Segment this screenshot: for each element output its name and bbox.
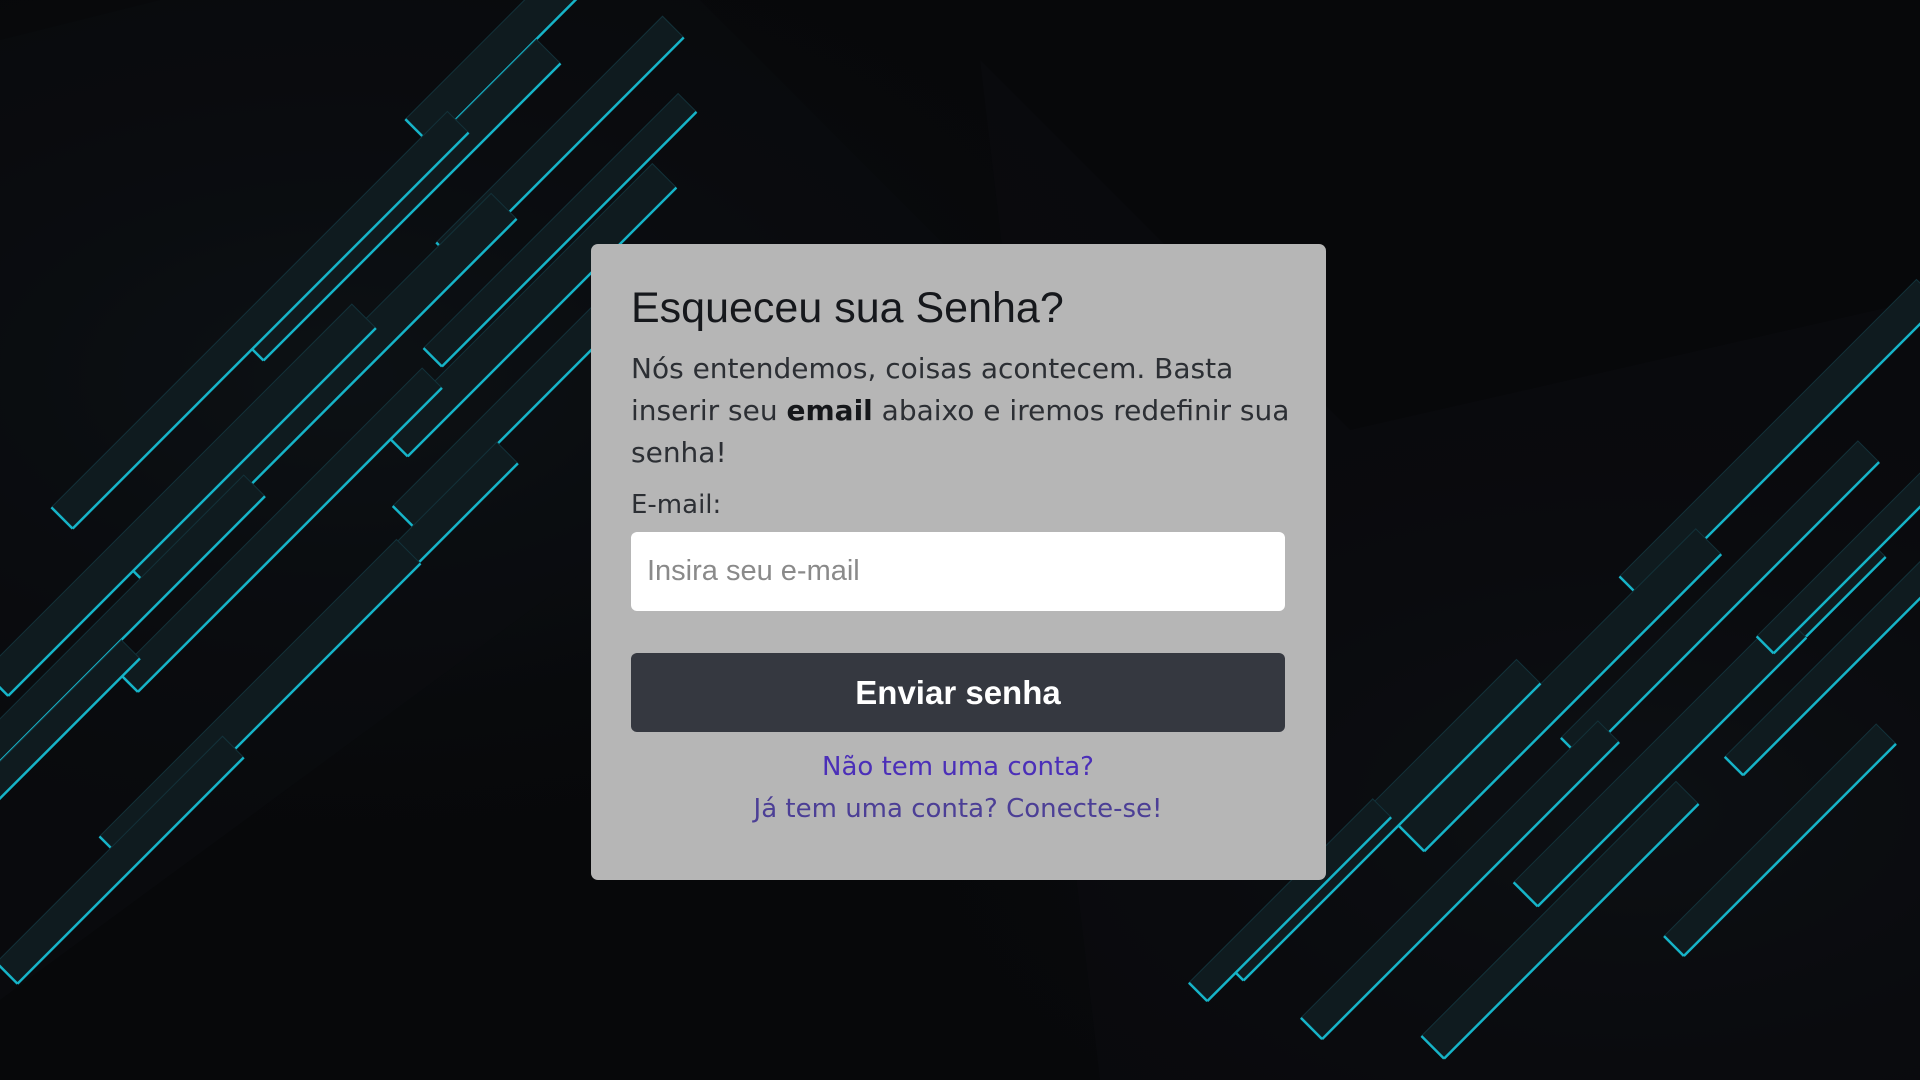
signup-link[interactable]: Não tem uma conta? [631, 746, 1285, 788]
forgot-password-card: Esqueceu sua Senha? Nós entendemos, cois… [591, 244, 1326, 880]
email-input[interactable] [631, 532, 1285, 611]
email-label: E-mail: [631, 490, 722, 520]
page-title: Esqueceu sua Senha? [631, 284, 1064, 332]
send-password-button[interactable]: Enviar senha [631, 653, 1285, 732]
auth-links: Não tem uma conta? Já tem uma conta? Con… [631, 746, 1285, 830]
instructions-text: Nós entendemos, coisas acontecem. Basta … [631, 348, 1291, 474]
login-link[interactable]: Já tem uma conta? Conecte-se! [631, 788, 1285, 830]
instructions-text-bold: email [786, 394, 873, 427]
